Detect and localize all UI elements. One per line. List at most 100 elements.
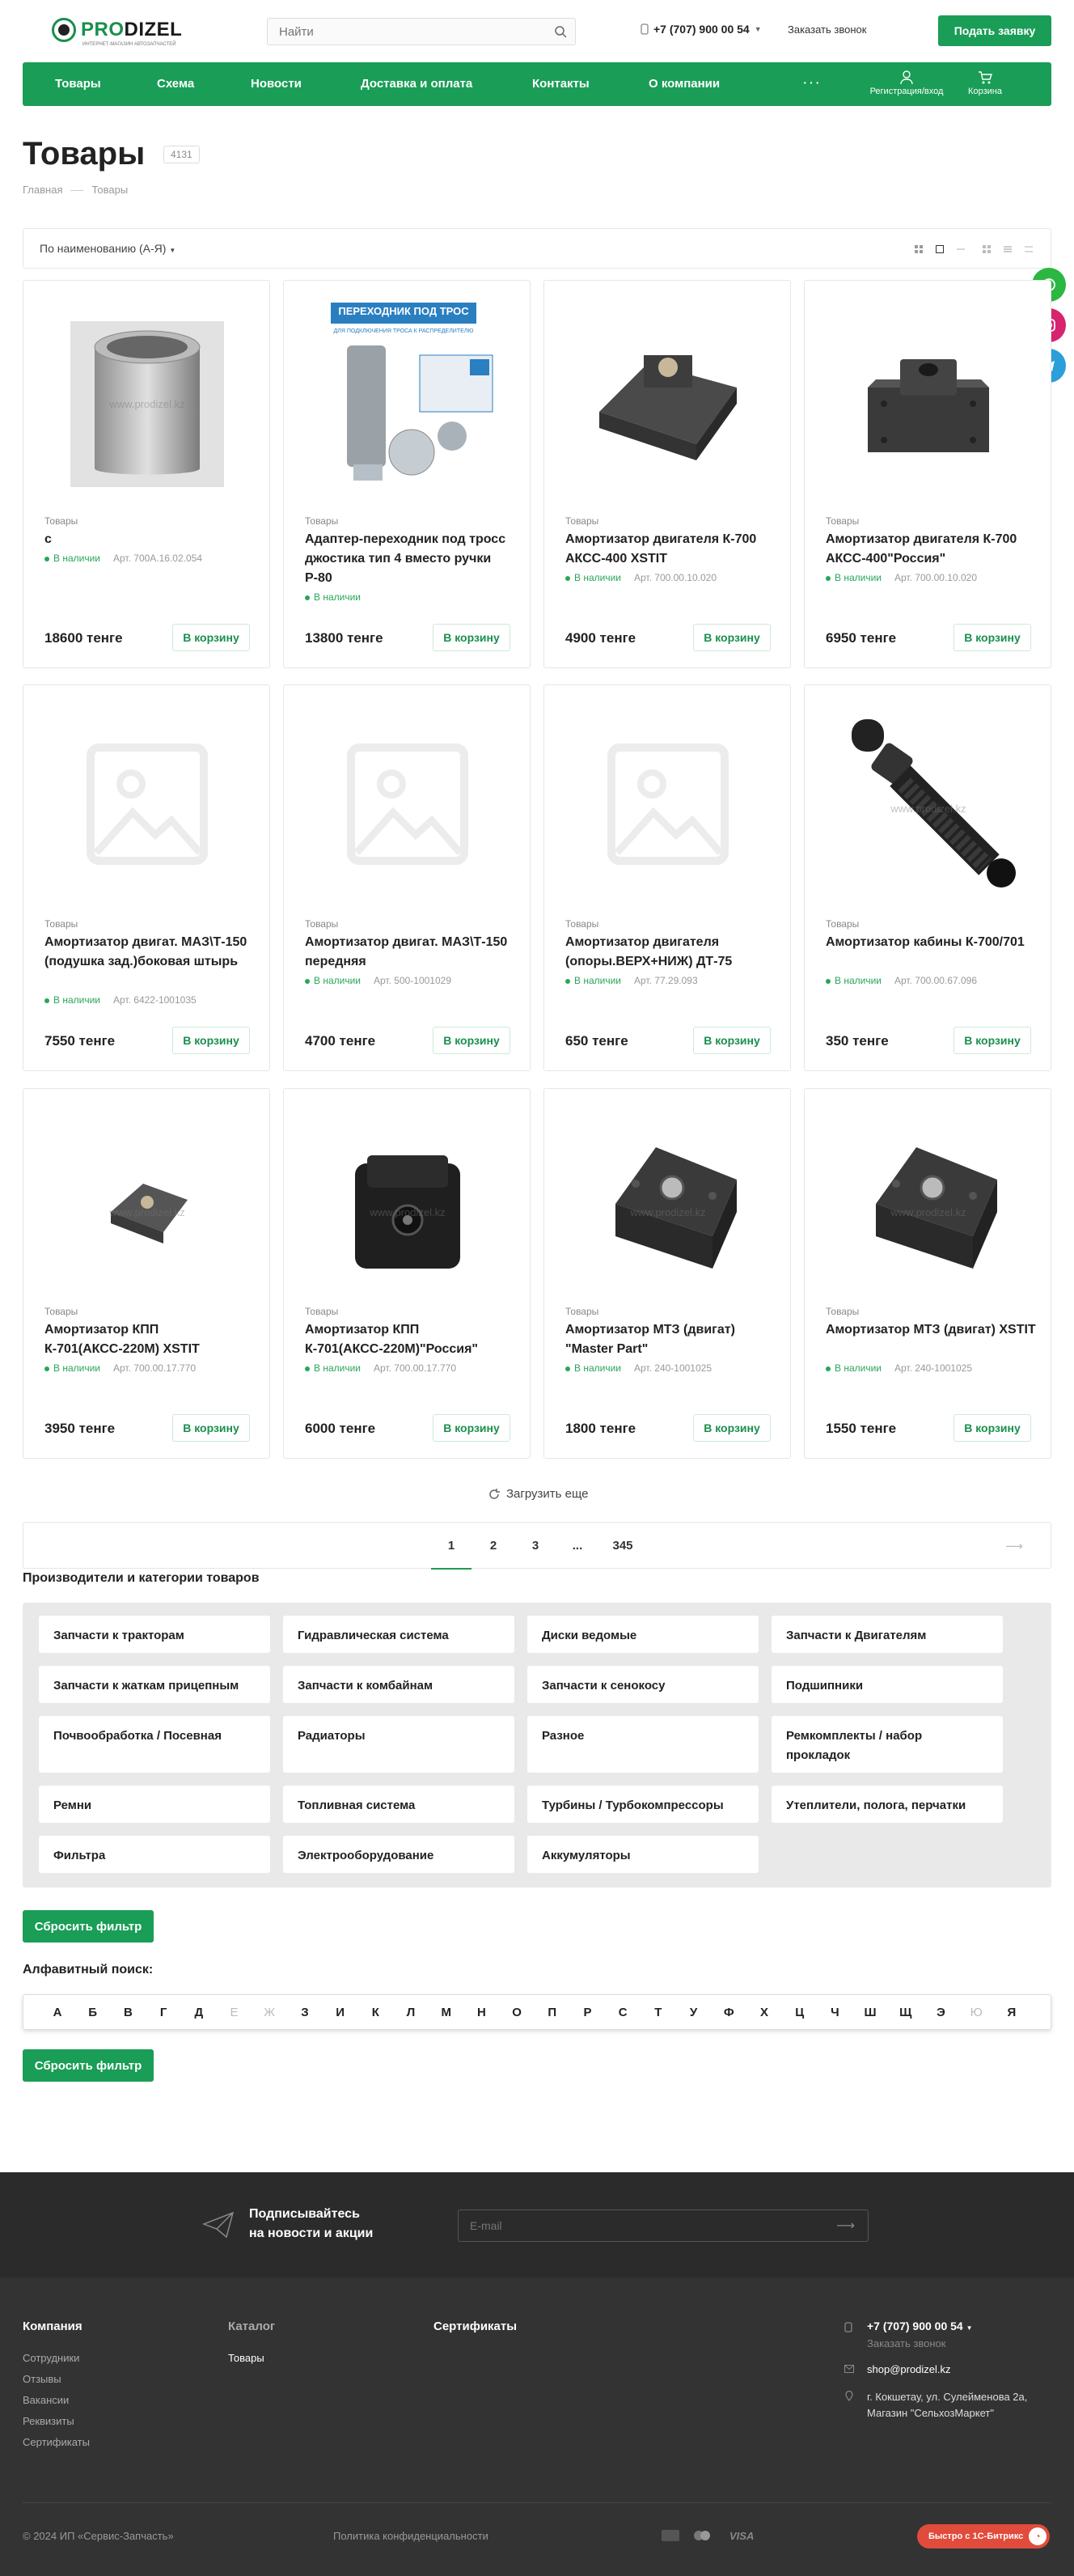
category-button[interactable]: Ремкомплекты / набор прокладок <box>772 1716 1003 1773</box>
nav-item-scheme[interactable]: Схема <box>157 77 194 91</box>
category-button[interactable]: Запчасти к тракторам <box>39 1616 270 1653</box>
product-card[interactable]: Товары Амортизатор двигат. МАЗ\Т-150 пере… <box>283 684 531 1071</box>
footer-link-jobs[interactable]: Вакансии <box>23 2394 69 2406</box>
product-name[interactable]: Амортизатор двигателя К-700 АКСС-400 XST… <box>565 530 776 569</box>
alphabet-letter[interactable]: С <box>615 2006 631 2019</box>
add-to-cart-button[interactable]: В корзину <box>172 624 250 651</box>
page-2[interactable]: 2 <box>473 1539 514 1553</box>
product-card[interactable]: www.prodizel.kz Товары Амортизатор КПП К-7… <box>23 1088 270 1459</box>
tile-view-icon[interactable] <box>983 245 991 253</box>
category-button[interactable]: Радиаторы <box>283 1716 514 1773</box>
footer-certificates-title[interactable]: Сертификаты <box>433 2320 517 2333</box>
bitrix-badge[interactable]: Быстро с 1С-Битрикс ◔ <box>917 2524 1050 2548</box>
alphabet-letter[interactable]: У <box>686 2006 702 2019</box>
nav-item-news[interactable]: Новости <box>251 77 302 91</box>
alphabet-letter[interactable]: И <box>332 2006 349 2019</box>
footer-link-goods[interactable]: Товары <box>228 2352 264 2364</box>
product-card[interactable]: www.prodizel.kz Товары Амортизатор МТЗ (дв… <box>543 1088 791 1459</box>
alphabet-letter[interactable]: Г <box>155 2006 171 2019</box>
product-image[interactable]: www.prodizel.kz <box>307 1107 509 1309</box>
product-card[interactable]: Товары Амортизатор двигателя (опоры.ВЕРХ+… <box>543 684 791 1071</box>
alphabet-letter[interactable]: Д <box>191 2006 207 2019</box>
alphabet-letter[interactable]: Ч <box>827 2006 843 2019</box>
alphabet-letter[interactable]: Т <box>650 2006 666 2019</box>
product-card[interactable]: ПЕРЕХОДНИК ПОД ТРОС ДЛЯ ПОДКЛЮЧЕНИЯ ТРОСА… <box>283 280 531 668</box>
category-button[interactable]: Гидравлическая система <box>283 1616 514 1653</box>
grid-view-icon[interactable] <box>915 245 923 253</box>
category-button[interactable]: Топливная система <box>283 1786 514 1823</box>
alphabet-letter[interactable]: О <box>509 2006 525 2019</box>
request-button[interactable]: Подать заявку <box>938 15 1051 46</box>
product-name[interactable]: Амортизатор двигат. МАЗ\Т-150 передняя <box>305 933 515 972</box>
nav-item-about[interactable]: О компании <box>649 77 720 91</box>
page-last[interactable]: 345 <box>603 1539 643 1553</box>
privacy-link[interactable]: Политика конфиденциальности <box>333 2530 488 2542</box>
product-card[interactable]: www.prodizel.kz Товары с В наличии Арт. 700A… <box>23 280 270 668</box>
add-to-cart-button[interactable]: В корзину <box>433 1027 510 1054</box>
product-image[interactable]: www.prodizel.kz <box>567 1107 769 1309</box>
search-box[interactable] <box>267 18 576 45</box>
next-page-arrow-icon[interactable]: ⟶ <box>994 1539 1034 1553</box>
alphabet-letter[interactable]: Ф <box>721 2006 737 2019</box>
search-icon[interactable] <box>554 25 567 38</box>
alphabet-letter[interactable]: Ц <box>792 2006 808 2019</box>
account-link[interactable]: Регистрация/вход <box>862 70 951 96</box>
page-3[interactable]: 3 <box>515 1539 556 1553</box>
category-button[interactable]: Ремни <box>39 1786 270 1823</box>
product-image[interactable] <box>567 703 769 905</box>
product-image[interactable] <box>567 299 769 501</box>
alphabet-letter[interactable]: Б <box>85 2006 101 2019</box>
sort-dropdown[interactable]: По наименованию (А-Я) ▼ <box>40 242 175 255</box>
footer-link-certificates[interactable]: Сертификаты <box>23 2436 90 2448</box>
product-name[interactable]: Амортизатор КПП К-701(АКСС-220М) XSTIT <box>44 1320 255 1359</box>
table-view-icon[interactable] <box>1025 245 1033 253</box>
alphabet-letter[interactable]: Р <box>580 2006 596 2019</box>
footer-link-staff[interactable]: Сотрудники <box>23 2352 79 2364</box>
reset-filter-button[interactable]: Сбросить фильтр <box>23 1910 154 1943</box>
breadcrumb-home[interactable]: Главная <box>23 184 62 196</box>
add-to-cart-button[interactable]: В корзину <box>953 624 1031 651</box>
product-image[interactable]: www.prodizel.kz <box>46 299 248 501</box>
category-button[interactable]: Подшипники <box>772 1666 1003 1703</box>
add-to-cart-button[interactable]: В корзину <box>433 1414 510 1442</box>
reset-filter-button-2[interactable]: Сбросить фильтр <box>23 2049 154 2082</box>
product-image[interactable]: www.prodizel.kz <box>827 703 1030 905</box>
alphabet-letter[interactable]: Х <box>756 2006 772 2019</box>
add-to-cart-button[interactable]: В корзину <box>953 1414 1031 1442</box>
product-image[interactable]: www.prodizel.kz <box>827 1107 1030 1309</box>
logo[interactable]: PRODIZEL ИНТЕРНЕТ-МАГАЗИН АВТОЗАПЧАСТЕЙ <box>52 18 182 47</box>
alphabet-letter[interactable]: В <box>120 2006 136 2019</box>
product-name[interactable]: Амортизатор двигателя К-700 АКСС-400"Рос… <box>826 530 1036 569</box>
email-field[interactable]: ⟶ <box>458 2210 869 2242</box>
product-card[interactable]: Товары Амортизатор двигателя К-700 АКСС-4… <box>804 280 1051 668</box>
category-button[interactable]: Запчасти к комбайнам <box>283 1666 514 1703</box>
nav-more-icon[interactable]: ··· <box>802 74 821 92</box>
footer-link-reviews[interactable]: Отзывы <box>23 2373 61 2385</box>
product-card[interactable]: Товары Амортизатор двигателя К-700 АКСС-4… <box>543 280 791 668</box>
alphabet-letter[interactable]: Я <box>1004 2006 1020 2019</box>
load-more-button[interactable]: Загрузить еще <box>488 1487 589 1501</box>
category-button[interactable]: Аккумуляторы <box>527 1836 759 1873</box>
product-name[interactable]: Адаптер-переходник под тросс джостика ти… <box>305 530 515 588</box>
callback-link[interactable]: Заказать звонок <box>788 23 866 36</box>
product-name[interactable]: Амортизатор МТЗ (двигат) "Master Part" <box>565 1320 776 1359</box>
add-to-cart-button[interactable]: В корзину <box>172 1027 250 1054</box>
add-to-cart-button[interactable]: В корзину <box>693 1414 771 1442</box>
compact-view-icon[interactable] <box>957 245 965 253</box>
category-button[interactable]: Утеплители, полога, перчатки <box>772 1786 1003 1823</box>
add-to-cart-button[interactable]: В корзину <box>953 1027 1031 1054</box>
product-card[interactable]: www.prodizel.kz Товары Амортизатор МТЗ (дв… <box>804 1088 1051 1459</box>
category-button[interactable]: Разное <box>527 1716 759 1773</box>
product-image[interactable] <box>307 703 509 905</box>
add-to-cart-button[interactable]: В корзину <box>433 624 510 651</box>
nav-item-delivery[interactable]: Доставка и оплата <box>361 77 472 91</box>
alphabet-letter[interactable]: Ш <box>862 2006 878 2019</box>
product-image[interactable] <box>827 299 1030 501</box>
category-button[interactable]: Запчасти к Двигателям <box>772 1616 1003 1653</box>
alphabet-letter[interactable]: Э <box>933 2006 949 2019</box>
product-card[interactable]: www.prodizel.kz Товары Амортизатор КПП К-7… <box>283 1088 531 1459</box>
product-card[interactable]: Товары Амортизатор двигат. МАЗ\Т-150 (под… <box>23 684 270 1071</box>
arrow-right-icon[interactable]: ⟶ <box>836 2218 855 2234</box>
product-name[interactable]: Амортизатор кабины К-700/701 <box>826 933 1036 952</box>
product-name[interactable]: Амортизатор МТЗ (двигат) XSTIT <box>826 1320 1036 1340</box>
